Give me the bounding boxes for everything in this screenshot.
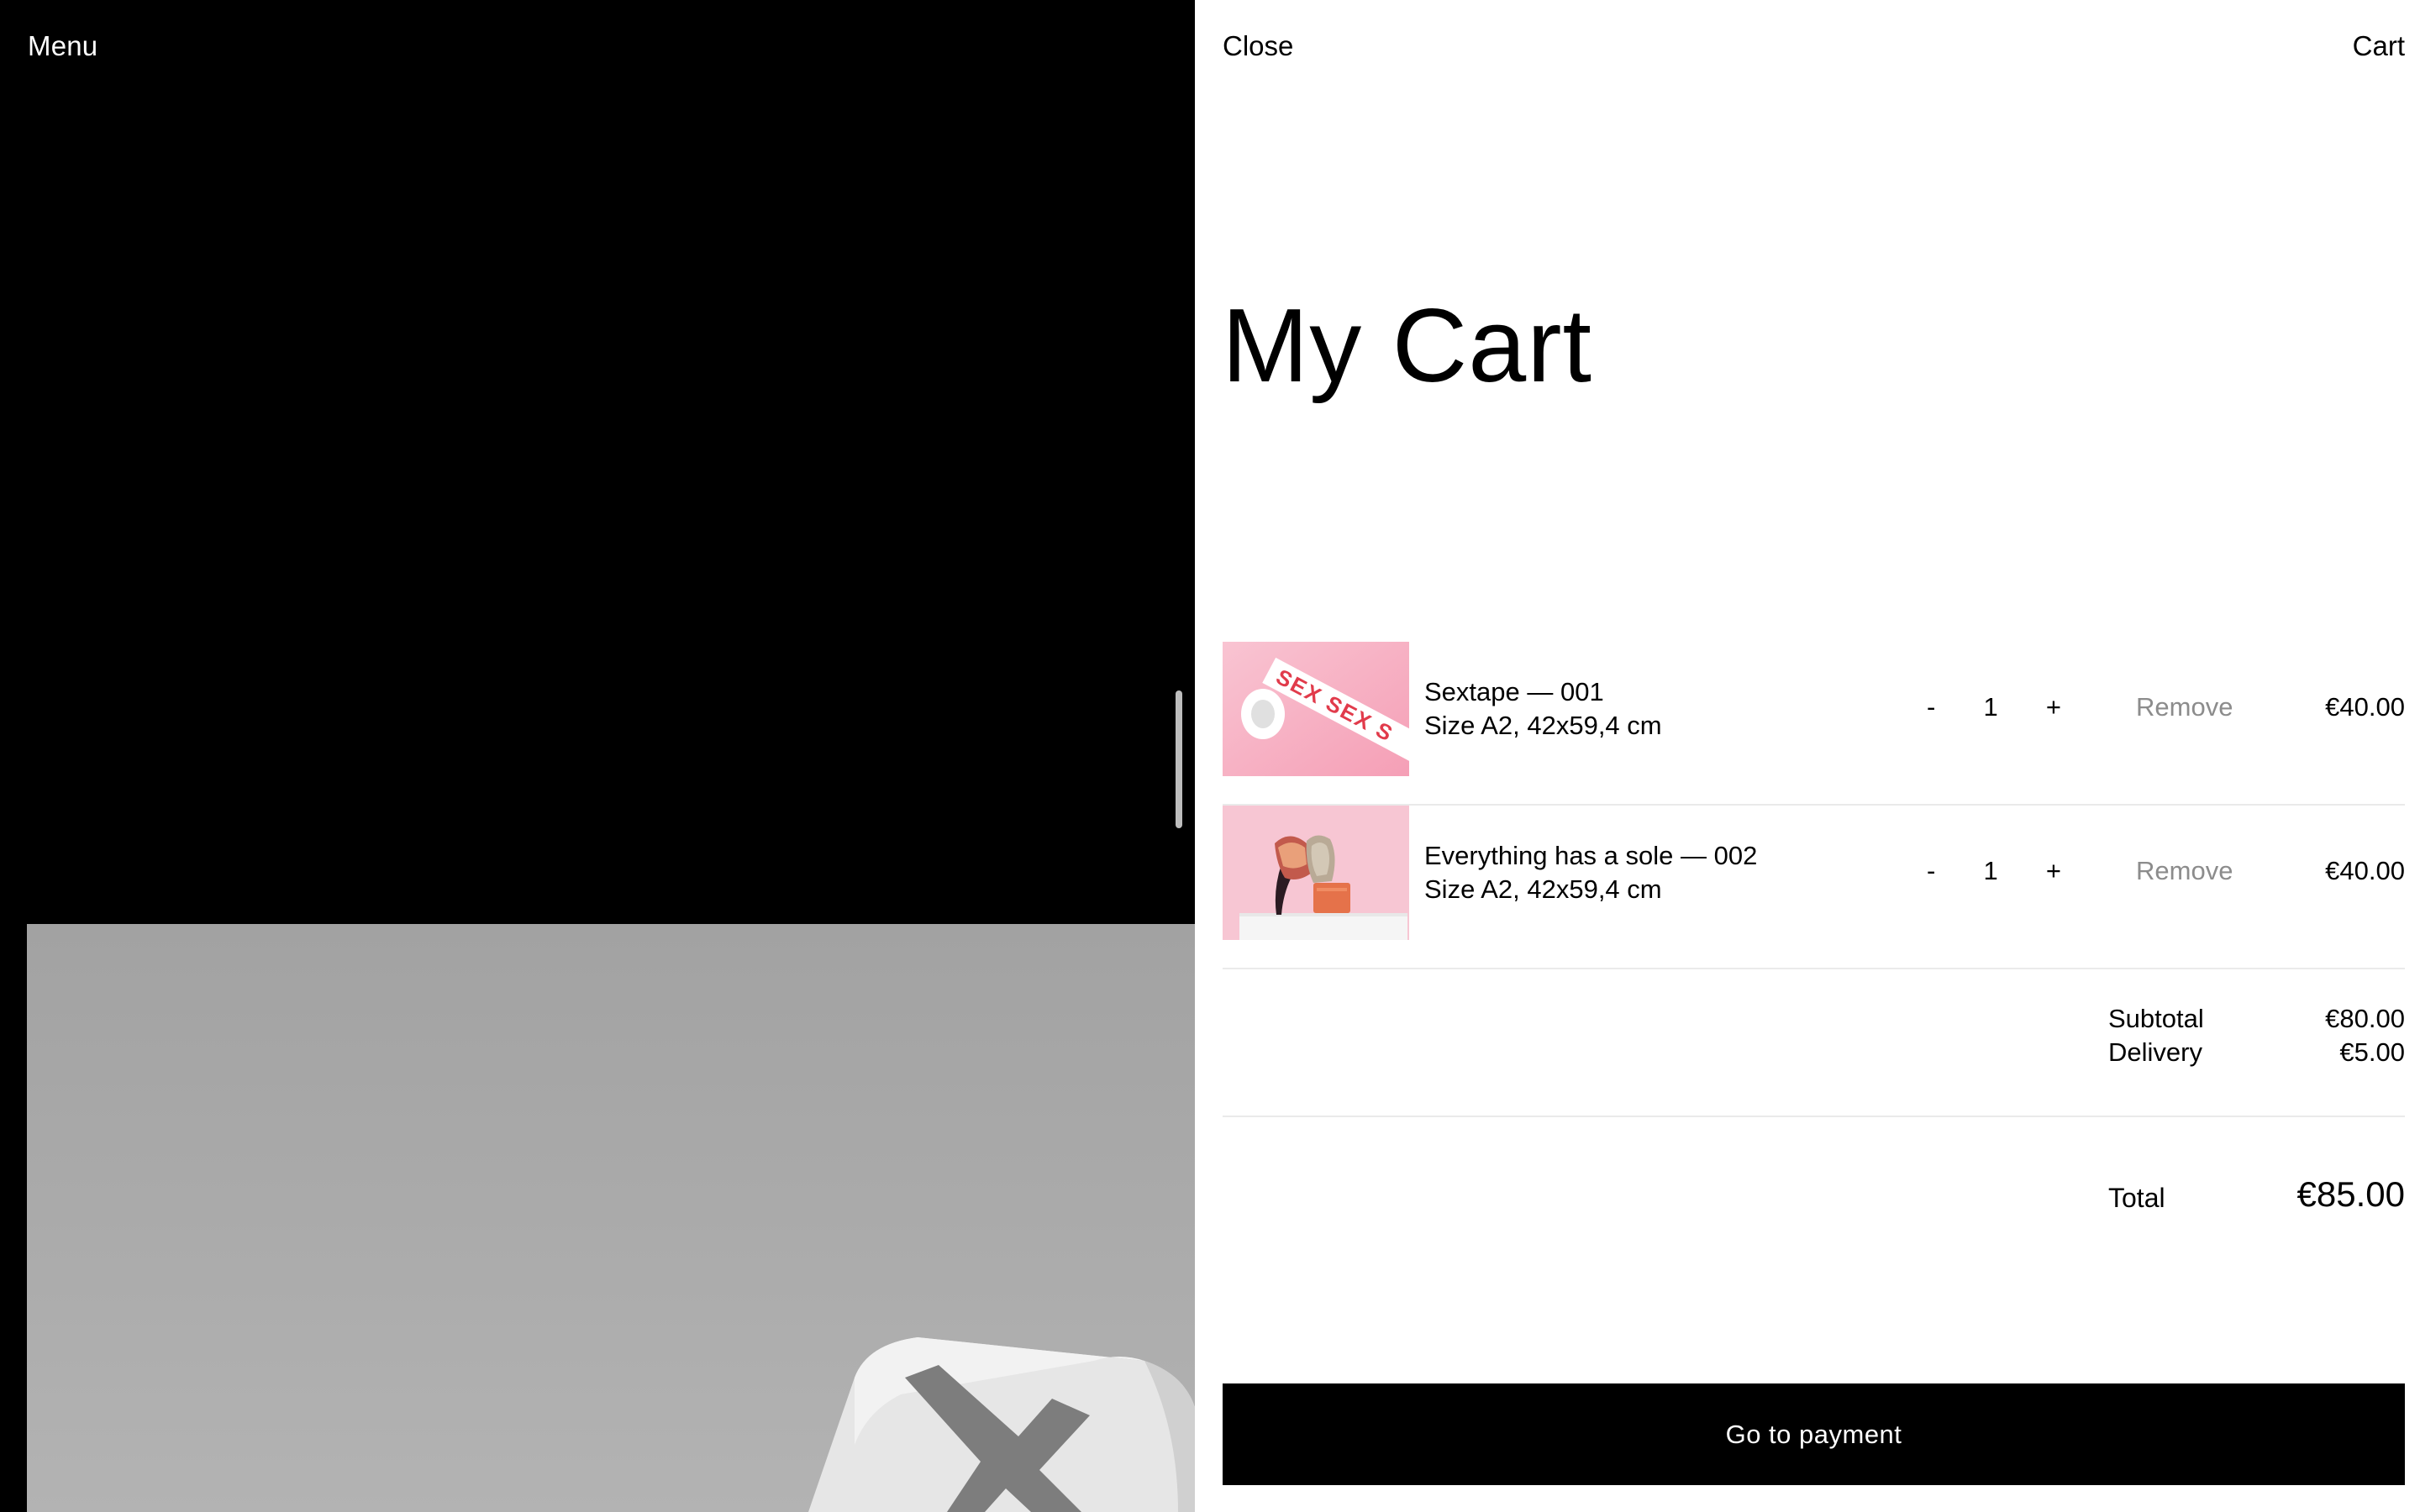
scrollbar-thumb[interactable]	[1176, 690, 1182, 828]
go-to-payment-button[interactable]: Go to payment	[1223, 1383, 2405, 1485]
total-value: €85.00	[2296, 1174, 2405, 1214]
sextape-product-image: SEX SEX S	[1223, 642, 1409, 776]
product-size: Size A2, 42x59,4 cm	[1424, 711, 1662, 740]
product-thumbnail[interactable]: SEX SEX S	[1223, 642, 1409, 776]
product-thumbnail[interactable]	[1223, 806, 1409, 940]
product-name[interactable]: Everything has a sole — 002	[1424, 839, 1757, 873]
cart-link[interactable]: Cart	[2353, 30, 2405, 62]
quantity-value: 1	[1983, 692, 1998, 722]
summary-labels: Subtotal Delivery	[2108, 1002, 2204, 1069]
cart-item: Everything has a sole — 002 Size A2, 42x…	[1223, 806, 2405, 969]
menu-button[interactable]: Menu	[28, 30, 97, 62]
subtotal-label: Subtotal	[2108, 1004, 2204, 1033]
remove-button[interactable]: Remove	[2136, 856, 2233, 886]
product-info: Everything has a sole — 002 Size A2, 42x…	[1424, 839, 1757, 906]
page-title: My Cart	[1222, 288, 1592, 404]
delivery-value: €5.00	[2339, 1037, 2405, 1067]
quantity-stepper: - 1 +	[1927, 692, 2061, 722]
remove-button[interactable]: Remove	[2136, 692, 2233, 722]
hero-image	[27, 924, 1195, 1512]
quantity-stepper: - 1 +	[1927, 856, 2061, 886]
product-info: Sextape — 001 Size A2, 42x59,4 cm	[1424, 675, 1662, 743]
quantity-value: 1	[1983, 856, 1998, 885]
delivery-label: Delivery	[2108, 1037, 2202, 1067]
product-size: Size A2, 42x59,4 cm	[1424, 874, 1662, 904]
item-price: €40.00	[2325, 856, 2405, 885]
background-page: Menu	[0, 0, 1195, 1512]
cart-items-list: SEX SEX S Sextape — 001 Size A2, 42x59,4…	[1223, 642, 2405, 969]
summary-values: €80.00 €5.00	[2325, 1002, 2405, 1069]
increase-quantity-button[interactable]: +	[2046, 856, 2061, 886]
decrease-quantity-button[interactable]: -	[1927, 856, 1935, 886]
subtotal-value: €80.00	[2325, 1004, 2405, 1033]
total-row: Total €85.00	[1223, 1168, 2405, 1226]
increase-quantity-button[interactable]: +	[2046, 692, 2061, 722]
total-label: Total	[2108, 1183, 2165, 1213]
cart-drawer: Close Cart My Cart SEX SEX S Sextape — 0…	[1195, 0, 2420, 1512]
order-summary: Subtotal Delivery €80.00 €5.00	[1223, 953, 2405, 1117]
item-price: €40.00	[2325, 692, 2405, 722]
cart-item: SEX SEX S Sextape — 001 Size A2, 42x59,4…	[1223, 642, 2405, 806]
product-name[interactable]: Sextape — 001	[1424, 675, 1662, 709]
tape-roll-illustration	[808, 1337, 1195, 1512]
shoe-sculpture-product-image	[1223, 806, 1409, 940]
decrease-quantity-button[interactable]: -	[1927, 692, 1935, 722]
close-button[interactable]: Close	[1223, 30, 1293, 62]
page: Menu Close Cart My Cart SEX SEX S Sextap…	[0, 0, 2420, 1512]
